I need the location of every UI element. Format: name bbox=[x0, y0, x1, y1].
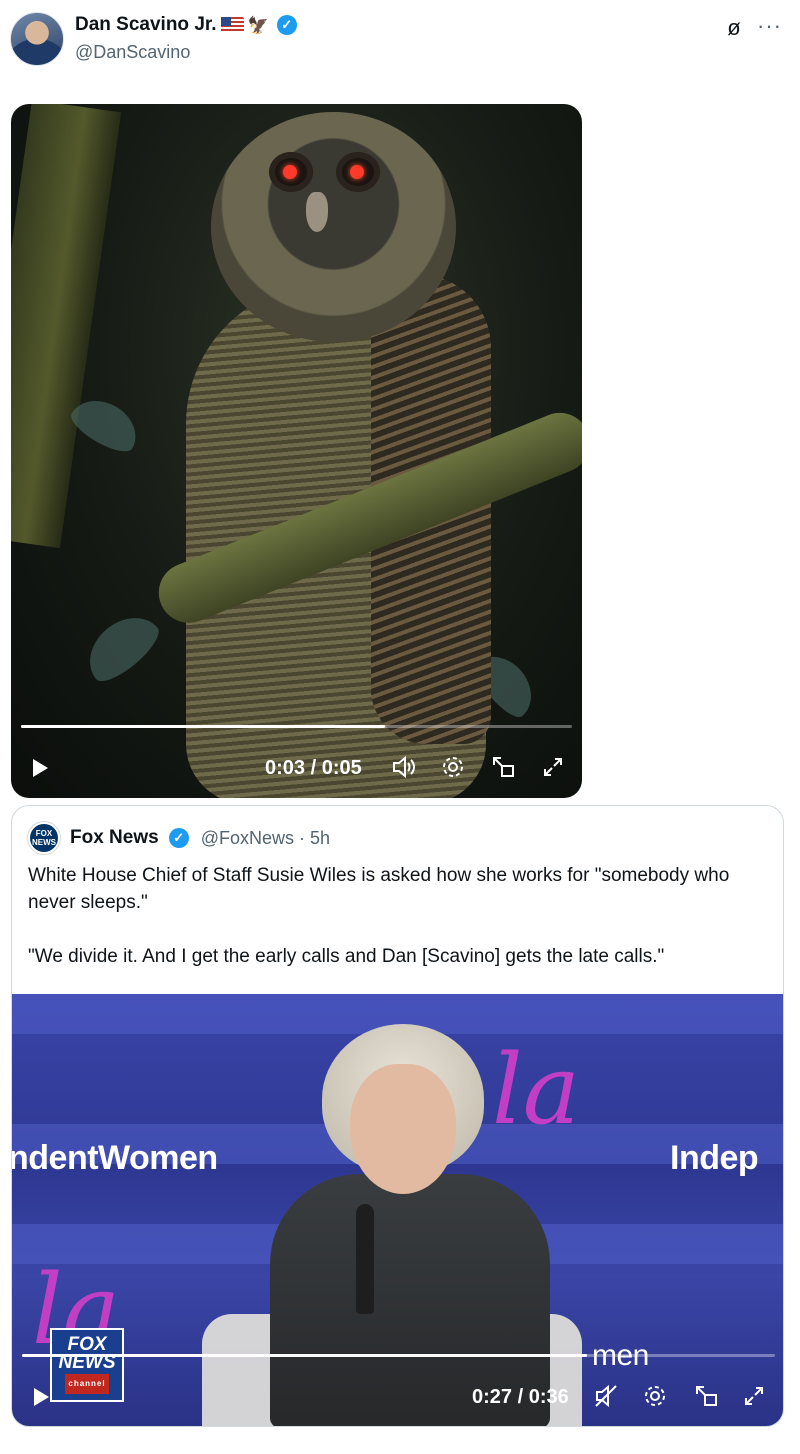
eagle-icon: 🦅 bbox=[247, 15, 269, 35]
verified-badge-icon: ✓ bbox=[168, 828, 189, 848]
speaker bbox=[260, 1024, 560, 1426]
quoted-post-header: FOX NEWS Fox News ✓ @FoxNews · 5h bbox=[28, 822, 330, 854]
quoted-author-name[interactable]: Fox News bbox=[70, 827, 159, 849]
play-icon[interactable] bbox=[33, 759, 48, 777]
author-avatar[interactable] bbox=[10, 12, 64, 66]
owl-video-player[interactable]: 0:03 / 0:05 bbox=[11, 104, 582, 798]
owl-beak bbox=[306, 192, 328, 232]
backdrop-text-left: ndentWomen bbox=[12, 1139, 218, 1177]
quoted-author-handle[interactable]: @FoxNews · 5h bbox=[201, 828, 330, 849]
grok-icon[interactable]: ø bbox=[722, 16, 746, 40]
author-name[interactable]: Dan Scavino Jr. bbox=[75, 14, 217, 36]
settings-icon[interactable] bbox=[641, 1383, 669, 1411]
quoted-post[interactable]: FOX NEWS Fox News ✓ @FoxNews · 5h White H… bbox=[11, 805, 784, 1427]
author-name-row: Dan Scavino Jr. 🦅 ✓ bbox=[75, 14, 297, 36]
verified-badge-icon: ✓ bbox=[276, 15, 297, 35]
settings-icon[interactable] bbox=[439, 754, 467, 782]
owl-eye bbox=[336, 152, 380, 192]
video-progress-fill bbox=[22, 1354, 587, 1357]
backdrop-text-right: Indep bbox=[670, 1139, 759, 1177]
author-handle[interactable]: @DanScavino bbox=[75, 42, 190, 63]
leaf bbox=[75, 603, 167, 690]
quoted-post-text: White House Chief of Staff Susie Wiles i… bbox=[28, 865, 730, 967]
owl-eye bbox=[269, 152, 313, 192]
us-flag-icon bbox=[220, 17, 244, 33]
more-icon[interactable]: ··· bbox=[757, 14, 782, 38]
post-header: Dan Scavino Jr. 🦅 ✓ @DanScavino ø ··· bbox=[10, 10, 790, 70]
video-progress-fill bbox=[21, 725, 385, 728]
video-time: 0:03 / 0:05 bbox=[265, 756, 362, 779]
video-controls: 0:27 / 0:36 bbox=[12, 1377, 783, 1417]
quoted-video-player[interactable]: la la ndentWomen Indep men FOX NEWS chan… bbox=[12, 994, 783, 1426]
microphone bbox=[356, 1204, 374, 1314]
tree-trunk bbox=[11, 104, 122, 549]
pip-icon[interactable] bbox=[489, 754, 517, 782]
fullscreen-icon[interactable] bbox=[539, 754, 567, 782]
video-progress-bar[interactable] bbox=[21, 725, 572, 728]
fullscreen-icon[interactable] bbox=[740, 1383, 768, 1411]
video-controls: 0:03 / 0:05 bbox=[11, 748, 582, 788]
fox-news-avatar[interactable]: FOX NEWS bbox=[28, 822, 60, 854]
speaker-face bbox=[350, 1064, 456, 1194]
play-icon[interactable] bbox=[34, 1388, 49, 1406]
video-time: 0:27 / 0:36 bbox=[472, 1385, 569, 1408]
owl-head bbox=[211, 112, 456, 342]
volume-icon[interactable] bbox=[389, 754, 417, 782]
pip-icon[interactable] bbox=[692, 1383, 720, 1411]
video-progress-bar[interactable] bbox=[22, 1354, 775, 1357]
muted-icon[interactable] bbox=[592, 1383, 620, 1411]
